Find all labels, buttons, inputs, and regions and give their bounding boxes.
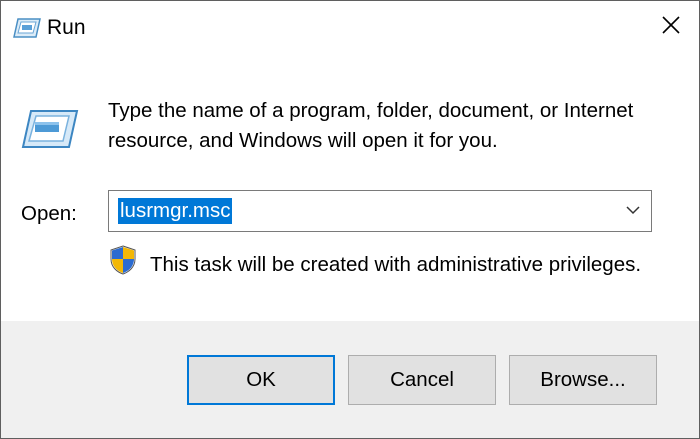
dropdown-button[interactable]	[621, 199, 645, 223]
chevron-down-icon	[626, 202, 640, 220]
open-input-value[interactable]: lusrmgr.msc	[118, 198, 233, 224]
dialog-body: Type the name of a program, folder, docu…	[1, 53, 699, 321]
button-bar: OK Cancel Browse...	[1, 321, 699, 438]
run-program-icon	[21, 109, 79, 149]
run-dialog: Run Type the name of a program, folder, …	[0, 0, 700, 439]
open-combobox[interactable]: lusrmgr.msc	[108, 190, 652, 232]
browse-button[interactable]: Browse...	[509, 355, 657, 405]
window-title: Run	[47, 16, 86, 39]
cancel-button[interactable]: Cancel	[348, 355, 496, 405]
ok-button[interactable]: OK	[187, 355, 335, 405]
dialog-description: Type the name of a program, folder, docu…	[108, 99, 634, 152]
uac-shield-icon	[109, 245, 137, 275]
run-icon	[13, 18, 41, 38]
close-button[interactable]	[643, 1, 699, 53]
close-icon	[662, 15, 680, 39]
open-label: Open:	[21, 202, 77, 225]
title-bar[interactable]: Run	[1, 1, 699, 53]
admin-privileges-notice: This task will be created with administr…	[150, 253, 642, 276]
